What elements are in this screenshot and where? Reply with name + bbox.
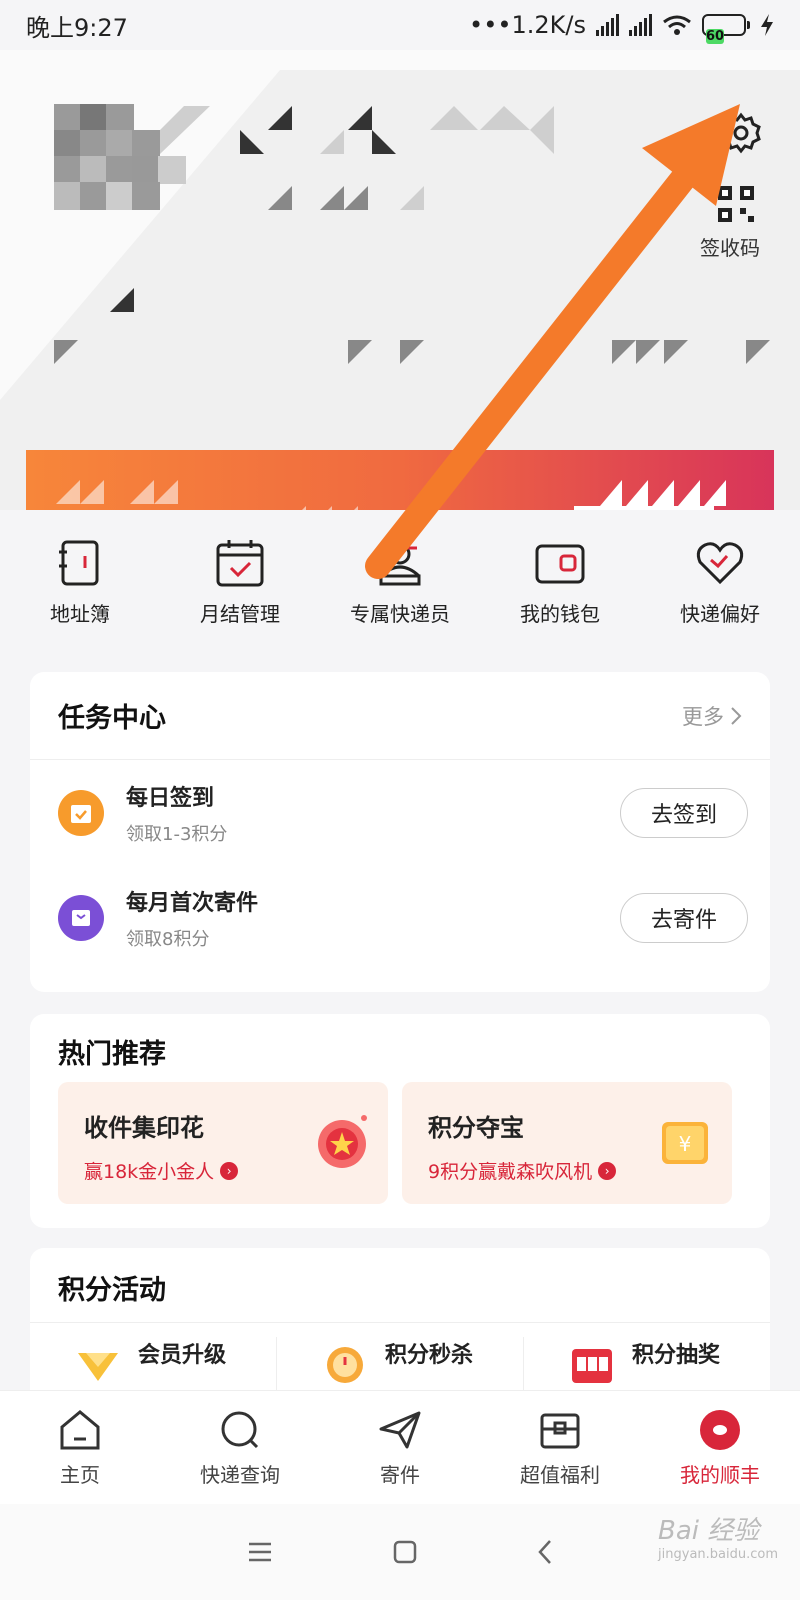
points-item-label: 积分抽奖 [632,1343,721,1368]
qr-code-icon [718,186,754,222]
tab-label: 寄件 [380,1463,420,1487]
tab-label: 超值福利 [520,1463,600,1487]
coin-card-icon: ¥ [662,1122,708,1164]
status-bar: 晚上9:27 •••1.2K/s 60 [0,0,800,50]
search-icon [221,1411,259,1449]
tab-label: 快递查询 [200,1463,280,1487]
tab-tracking[interactable]: 快递查询 [160,1391,320,1504]
wallet-icon [535,544,585,584]
calendar-check-icon [216,540,264,587]
tab-label: 主页 [60,1463,100,1487]
points-activity-card: 积分活动 会员升级 积分秒杀 积分抽奖 [30,1248,770,1408]
hot-recommend-card: 热门推荐 收件集印花 赢18k金小金人 › 积分夺宝 9积分赢戴森吹风机 › ¥ [30,1014,770,1228]
tab-home[interactable]: 主页 [0,1391,160,1504]
more-link[interactable]: 更多 [682,701,742,731]
charging-icon [761,14,773,36]
badge-star-icon [318,1115,367,1168]
bottom-tab-bar: 主页 快递查询 寄件 超值福利 我的顺丰 [0,1390,800,1504]
qr-code-label: 签收码 [700,236,760,260]
profile-icon [700,1410,740,1450]
task-center-card: 任务中心 更多 每日签到 领取1-3积分 去签到 每月首次寄件 领取8积分 去寄… [30,672,770,992]
member-banner[interactable] [26,450,774,510]
chevron-right-icon [731,706,742,725]
status-time: 晚上9:27 [26,13,128,42]
task-center-title: 任务中心 [58,703,166,734]
task-row: 每月首次寄件 领取8积分 去寄件 [30,865,770,970]
shortcut-preferences[interactable]: 快递偏好 [640,536,800,646]
points-item-label: 会员升级 [138,1343,227,1368]
watermark: Bai 经验 jingyan.baidu.com [658,1516,778,1562]
points-item-upgrade[interactable]: 会员升级 [30,1337,277,1392]
tab-benefits[interactable]: 超值福利 [480,1391,640,1504]
shortcut-courier[interactable]: 专属快递员 [320,536,480,646]
menu-icon[interactable] [247,1541,273,1563]
promo-treasure[interactable]: 积分夺宝 9积分赢戴森吹风机 › ¥ [402,1082,732,1204]
alarm-clock-icon [327,1347,363,1383]
promo-subtitle: 9积分赢戴森吹风机 [428,1161,593,1183]
profile-mosaic [0,70,800,510]
ship-button[interactable]: 去寄件 [620,892,748,943]
profile-header: 签收码 [0,50,800,510]
shortcut-label: 快递偏好 [680,602,760,626]
qr-code-button[interactable]: 签收码 [698,184,762,261]
shortcut-wallet[interactable]: 我的钱包 [480,536,640,646]
back-icon[interactable] [537,1539,553,1565]
task-title: 每日签到 [126,785,215,811]
points-title: 积分活动 [58,1275,166,1306]
tab-send[interactable]: 寄件 [320,1391,480,1504]
banner-mosaic [56,480,726,510]
send-icon [379,1411,421,1449]
task-subtitle: 领取8积分 [126,928,210,950]
wifi-icon [663,15,691,35]
courier-icon [379,543,421,586]
battery-icon: 60 [702,14,750,44]
task-title: 每月首次寄件 [126,890,259,916]
tab-label: 我的顺丰 [680,1463,760,1487]
promo-stamps[interactable]: 收件集印花 赢18k金小金人 › [58,1082,388,1204]
heart-icon [696,542,744,585]
shortcut-label: 地址簿 [50,602,110,626]
shortcut-monthly-billing[interactable]: 月结管理 [160,536,320,646]
tab-profile[interactable]: 我的顺丰 [640,1391,800,1504]
task-row: 每日签到 领取1-3积分 去签到 [30,760,770,865]
gift-box-icon [540,1413,580,1449]
home-square-icon[interactable] [393,1540,417,1564]
signal-icon [596,14,619,36]
monthly-ship-icon [58,894,104,941]
checkin-button[interactable]: 去签到 [620,787,748,838]
home-icon [60,1410,100,1450]
hot-title: 热门推荐 [58,1039,166,1070]
slot-machine-icon [572,1349,612,1383]
diamond-crown-icon [78,1353,118,1381]
shortcut-row: 地址簿 月结管理 专属快递员 我的钱包 快递偏好 [0,536,800,646]
svg-text:¥: ¥ [679,1132,692,1156]
shortcut-address-book[interactable]: 地址簿 [0,536,160,646]
task-subtitle: 领取1-3积分 [126,823,228,845]
network-speed: •••1.2K/s [469,11,586,39]
settings-gear-icon[interactable] [720,112,762,154]
points-item-flash[interactable]: 积分秒杀 [277,1337,524,1392]
battery-level: 60 [706,29,725,44]
points-item-lottery[interactable]: 积分抽奖 [524,1337,770,1392]
points-item-label: 积分秒杀 [385,1343,474,1368]
shortcut-label: 我的钱包 [520,602,600,626]
address-book-icon [59,540,99,586]
daily-checkin-icon [58,789,104,836]
shortcut-label: 专属快递员 [350,602,450,626]
promo-subtitle: 赢18k金小金人 [84,1161,215,1183]
signal-icon [629,14,652,36]
chevron-right-icon: › [220,1161,239,1180]
chevron-right-icon: › [598,1161,617,1180]
shortcut-label: 月结管理 [200,602,280,626]
